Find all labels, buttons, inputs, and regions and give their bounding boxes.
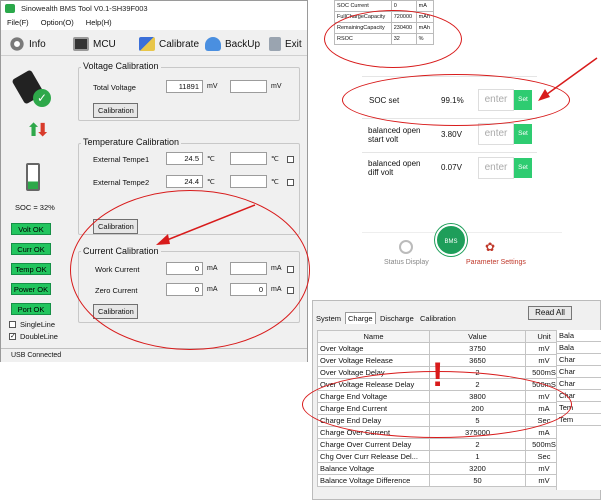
voltage-unit-2: mV bbox=[271, 83, 282, 90]
balance-start-volt-set-button[interactable]: Set bbox=[514, 124, 532, 144]
cell-name: Charge Over Current Delay bbox=[317, 438, 430, 451]
temp1-input[interactable] bbox=[230, 152, 267, 165]
voltage-calibration-button[interactable]: Calibration bbox=[93, 103, 138, 118]
calibrate-button[interactable]: Calibrate bbox=[139, 35, 199, 53]
temp2-input[interactable] bbox=[230, 175, 267, 188]
cell-name: Balance Voltage bbox=[317, 462, 430, 475]
balance-diff-volt-value: 0.07V bbox=[441, 163, 462, 172]
ext-temp1-label: External Tempe1 bbox=[93, 155, 150, 164]
title-bar: Sinowealth BMS Tool V0.1-SH39F003 bbox=[1, 1, 307, 17]
curr-ok-button[interactable]: Curr OK bbox=[11, 243, 51, 255]
nav-status-display[interactable]: Status Display bbox=[384, 259, 429, 266]
voltage-unit: mV bbox=[207, 83, 218, 90]
backup-button[interactable]: BackUp bbox=[205, 35, 260, 53]
side-cell: Bala bbox=[557, 330, 601, 342]
side-cell: Char bbox=[557, 354, 601, 366]
doubleline-checkbox[interactable]: ✓ bbox=[9, 333, 16, 340]
up-down-arrows-icon: ⬆⬇ bbox=[26, 120, 51, 140]
side-cell: Bala bbox=[557, 342, 601, 354]
total-voltage-label: Total Voltage bbox=[93, 83, 136, 92]
col-value-header: Value bbox=[429, 330, 526, 343]
read-all-button[interactable]: Read All bbox=[528, 306, 572, 320]
cell-name: Over Voltage bbox=[317, 342, 430, 355]
table-row[interactable]: Charge Over Current Delay 2 500mS bbox=[317, 438, 563, 451]
voltage-input[interactable] bbox=[230, 80, 267, 93]
cell-value[interactable]: 3750 bbox=[429, 342, 526, 355]
battery-icon bbox=[26, 163, 40, 191]
balance-start-volt-label: balanced open start volt bbox=[368, 126, 421, 144]
speedometer-icon bbox=[399, 240, 413, 254]
exit-button[interactable]: Exit bbox=[269, 35, 302, 53]
menu-help[interactable]: Help(H) bbox=[80, 17, 116, 27]
cell-name: Chg Over Curr Release Del... bbox=[317, 450, 430, 463]
balance-start-volt-value: 3.80V bbox=[441, 130, 462, 139]
annotation-arrow bbox=[156, 204, 256, 245]
volt-ok-button[interactable]: Volt OK bbox=[11, 223, 51, 235]
cell-value[interactable]: 50 bbox=[429, 474, 526, 487]
ext-temp2-value[interactable]: 24.4 bbox=[166, 175, 203, 188]
soc-text: SOC = 32% bbox=[15, 203, 55, 212]
mcu-button[interactable]: MCU bbox=[73, 35, 116, 53]
cell-name: Balance Voltage Difference bbox=[317, 474, 430, 487]
cell-value[interactable]: 2 bbox=[429, 438, 526, 451]
table-row[interactable]: Over Voltage 3750 mV bbox=[317, 342, 563, 355]
singleline-label: SingleLine bbox=[20, 320, 56, 329]
temp1-unit: ℃ bbox=[207, 156, 215, 163]
temp1-checkbox[interactable] bbox=[287, 156, 294, 163]
annotation-oval bbox=[324, 10, 462, 68]
table-row[interactable]: Balance Voltage 3200 mV bbox=[317, 462, 563, 475]
chip-icon bbox=[73, 37, 89, 51]
nav-parameter-settings[interactable]: Parameter Settings bbox=[466, 259, 526, 266]
temp-ok-button[interactable]: Temp OK bbox=[11, 263, 51, 275]
table-row[interactable]: Chg Over Curr Release Del... 1 Sec bbox=[317, 450, 563, 463]
temp2-unit: ℃ bbox=[207, 179, 215, 186]
balance-diff-volt-input[interactable]: enter bbox=[478, 157, 514, 179]
balance-diff-volt-label: balanced open diff volt bbox=[368, 159, 421, 177]
cell-value[interactable]: 1 bbox=[429, 450, 526, 463]
bms-logo-icon[interactable]: BMS bbox=[435, 224, 467, 256]
temp1-unit-2: ℃ bbox=[271, 156, 279, 163]
temp2-unit-2: ℃ bbox=[271, 179, 279, 186]
doubleline-label: DoubleLine bbox=[20, 332, 58, 341]
singleline-checkbox[interactable] bbox=[9, 321, 16, 328]
check-icon: ✓ bbox=[33, 89, 51, 107]
app-icon bbox=[5, 4, 15, 13]
tab-calibration[interactable]: Calibration bbox=[420, 314, 456, 323]
ruler-icon bbox=[139, 37, 155, 51]
cell-value[interactable]: 3650 bbox=[429, 354, 526, 367]
window-title: Sinowealth BMS Tool V0.1-SH39F003 bbox=[21, 4, 148, 13]
info-button[interactable]: Info bbox=[9, 35, 46, 53]
cloud-icon bbox=[205, 37, 221, 51]
annotation-arrow bbox=[538, 57, 598, 101]
temperature-group-title: Temperature Calibration bbox=[81, 137, 182, 147]
status-bar: USB Connected bbox=[1, 348, 307, 362]
exit-icon bbox=[269, 37, 281, 51]
menu-file[interactable]: File(F) bbox=[1, 17, 33, 27]
tab-charge[interactable]: Charge bbox=[345, 312, 376, 324]
settings-icon: ✿ bbox=[485, 240, 496, 254]
voltage-group-title: Voltage Calibration bbox=[81, 61, 161, 71]
gear-icon bbox=[9, 37, 25, 51]
power-ok-button[interactable]: Power OK bbox=[11, 283, 51, 295]
ext-temp2-label: External Tempe2 bbox=[93, 178, 150, 187]
cell-value[interactable]: 3200 bbox=[429, 462, 526, 475]
col-name-header: Name bbox=[317, 330, 430, 343]
balance-diff-volt-set-button[interactable]: Set bbox=[514, 158, 532, 178]
exclamation-annotation: ! bbox=[432, 356, 444, 394]
balance-start-volt-input[interactable]: enter bbox=[478, 123, 514, 145]
side-cell: Char bbox=[557, 378, 601, 390]
ext-temp1-value[interactable]: 24.5 bbox=[166, 152, 203, 165]
table-row[interactable]: Balance Voltage Difference 50 mV bbox=[317, 474, 563, 487]
toolbar: Info MCU Calibrate BackUp Exit bbox=[1, 30, 307, 56]
cell-name: Over Voltage Release bbox=[317, 354, 430, 367]
divider bbox=[362, 152, 537, 153]
side-cell: Char bbox=[557, 366, 601, 378]
total-voltage-value[interactable]: 11891 bbox=[166, 80, 203, 93]
menu-bar: File(F) Option(O) Help(H) bbox=[1, 17, 307, 30]
port-ok-button[interactable]: Port OK bbox=[11, 303, 51, 315]
temp2-checkbox[interactable] bbox=[287, 179, 294, 186]
tab-system[interactable]: System bbox=[316, 314, 341, 323]
menu-option[interactable]: Option(O) bbox=[35, 17, 78, 27]
tab-discharge[interactable]: Discharge bbox=[380, 314, 414, 323]
